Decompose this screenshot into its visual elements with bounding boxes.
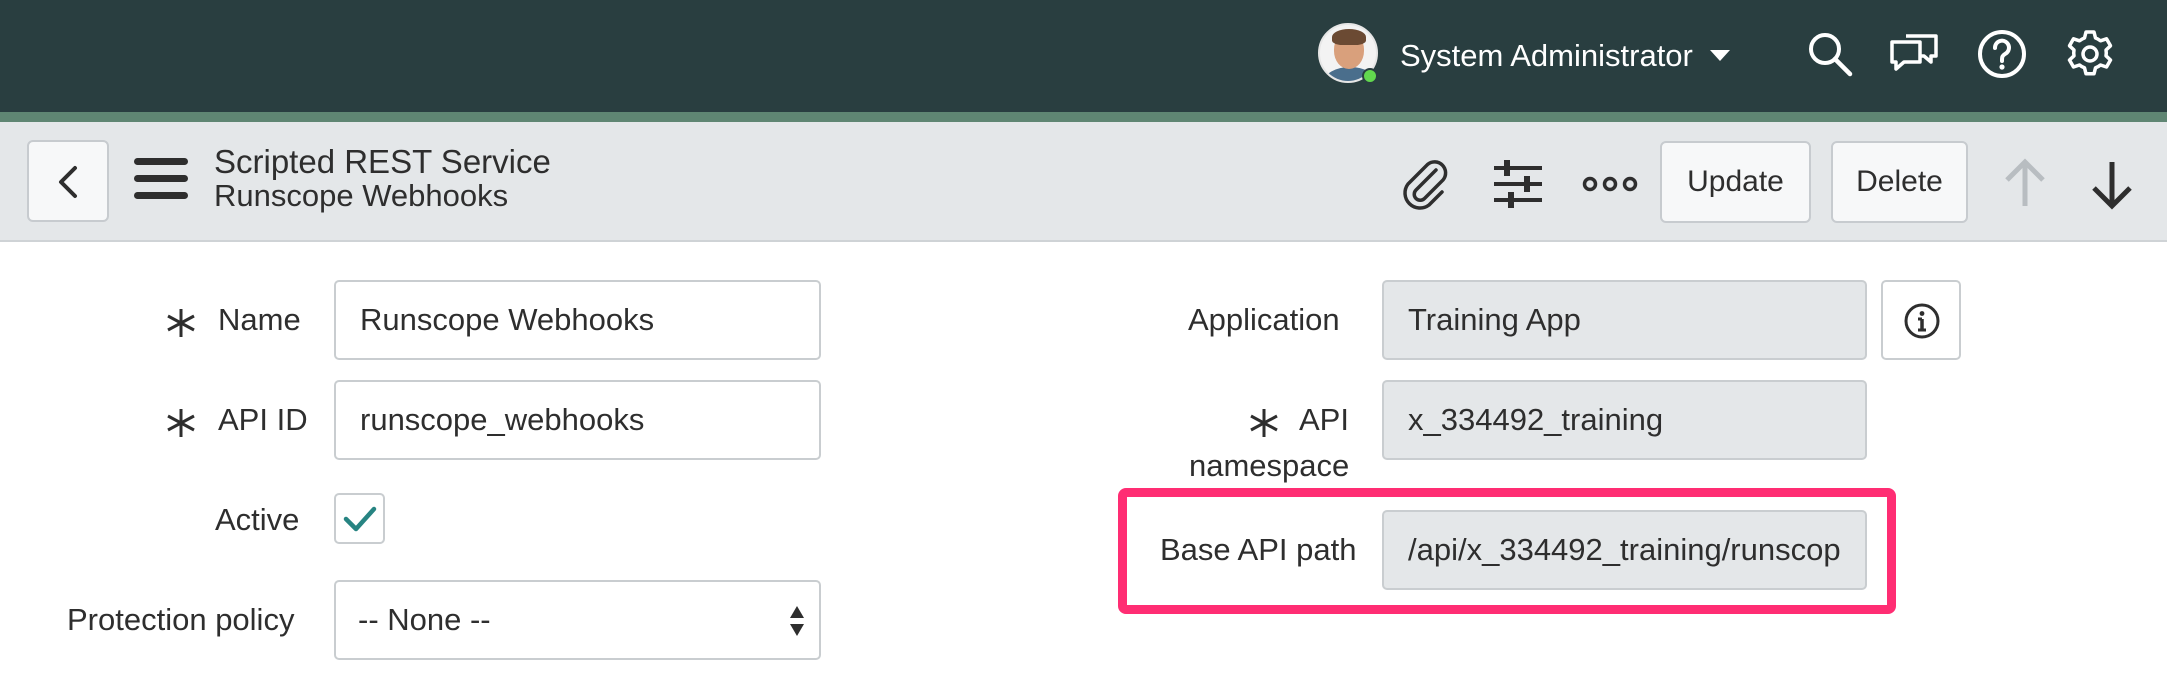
caret-down-icon[interactable]	[1710, 50, 1730, 61]
chat-icon[interactable]	[1888, 28, 1940, 80]
personalize-icon[interactable]	[1488, 154, 1548, 214]
more-icon[interactable]	[1580, 154, 1640, 214]
attachment-icon[interactable]	[1396, 154, 1456, 214]
required-asterisk-icon	[165, 407, 197, 439]
required-asterisk-icon	[165, 307, 197, 339]
select-arrows-icon	[790, 606, 804, 636]
banner-stripe	[0, 112, 2167, 122]
search-icon[interactable]	[1804, 28, 1856, 80]
active-label: Active	[215, 502, 300, 537]
presence-status-dot	[1362, 68, 1378, 84]
menu-icon[interactable]	[134, 158, 188, 204]
gear-icon[interactable]	[2064, 28, 2116, 80]
name-label: Name	[218, 302, 301, 337]
api-id-label: API ID	[218, 402, 308, 437]
info-icon	[1904, 303, 1940, 339]
delete-button[interactable]: Delete	[1831, 141, 1968, 223]
update-button[interactable]: Update	[1660, 141, 1811, 223]
form-header-bar: Scripted REST Service Runscope Webhooks …	[0, 122, 2167, 242]
highlight-box	[1118, 488, 1896, 614]
application-field: Training App	[1382, 280, 1867, 360]
user-menu-name[interactable]: System Administrator	[1400, 36, 1693, 76]
active-checkbox[interactable]	[334, 493, 385, 544]
protection-policy-label: Protection policy	[67, 602, 295, 637]
help-icon[interactable]	[1976, 28, 2028, 80]
next-record-icon[interactable]	[2082, 154, 2142, 214]
back-button[interactable]	[27, 140, 109, 222]
previous-record-icon[interactable]	[1995, 154, 2055, 214]
protection-policy-select[interactable]: -- None --	[334, 580, 821, 660]
required-asterisk-icon	[1248, 407, 1280, 439]
info-button[interactable]	[1881, 280, 1961, 360]
chevron-left-icon	[59, 166, 77, 198]
api-namespace-field: x_334492_training	[1382, 380, 1867, 460]
api-namespace-label-line2: namespace	[1189, 448, 1350, 483]
record-name-subtitle: Runscope Webhooks	[214, 178, 509, 213]
api-id-field[interactable]: runscope_webhooks	[334, 380, 821, 460]
application-label: Application	[1188, 302, 1340, 337]
avatar-hair	[1332, 29, 1366, 45]
checkmark-icon	[343, 506, 377, 532]
protection-policy-selected: -- None --	[358, 602, 491, 637]
api-namespace-label-line1: API	[1299, 402, 1349, 437]
name-field[interactable]: Runscope Webhooks	[334, 280, 821, 360]
